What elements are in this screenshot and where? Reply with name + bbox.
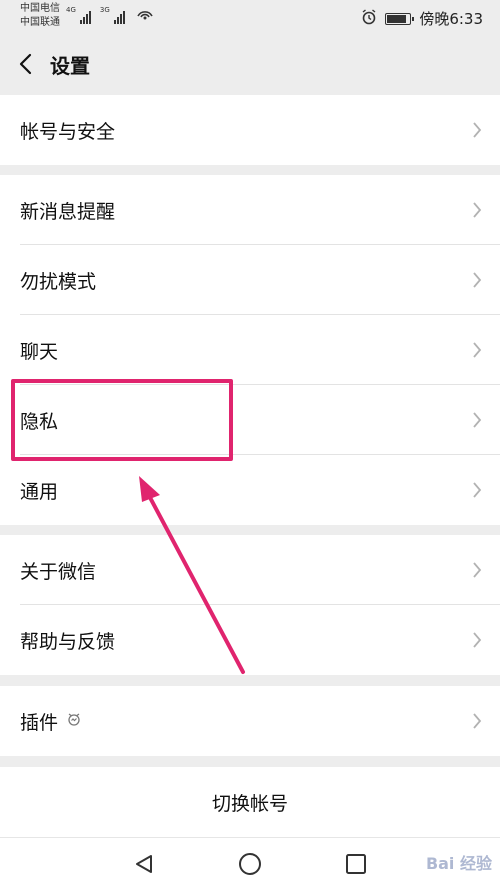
back-button[interactable] <box>0 34 50 94</box>
system-home-button[interactable] <box>236 850 264 878</box>
network-type-1: 4G <box>66 6 76 14</box>
chevron-right-icon <box>473 482 482 498</box>
alarm-icon <box>361 8 377 29</box>
status-time: 傍晚6:33 <box>419 10 483 28</box>
chevron-left-icon <box>19 53 32 75</box>
network-type-2: 3G <box>99 6 110 14</box>
circle-home-icon <box>239 853 261 875</box>
settings-item-label: 帐号与安全 <box>20 120 116 143</box>
settings-item-label: 关于微信 <box>20 560 97 583</box>
system-recents-button[interactable] <box>342 850 370 878</box>
settings-item-label: 隐私 <box>20 410 59 433</box>
settings-item-do-not-disturb[interactable]: 勿扰模式 <box>0 245 500 315</box>
chevron-right-icon <box>473 713 482 729</box>
settings-item-account-security[interactable]: 帐号与安全 <box>0 95 500 165</box>
chevron-right-icon <box>473 412 482 428</box>
settings-item-label: 帮助与反馈 <box>20 630 116 653</box>
chevron-right-icon <box>473 342 482 358</box>
system-navigation-bar: Bai 经验 <box>0 837 500 889</box>
switch-account-label: 切换帐号 <box>211 792 288 815</box>
plugin-badge-icon <box>66 711 82 731</box>
signal-bars-icon <box>79 10 91 24</box>
switch-account-button[interactable]: 切换帐号 <box>0 767 500 837</box>
settings-item-label: 勿扰模式 <box>20 270 97 293</box>
chevron-right-icon <box>473 122 482 138</box>
system-back-button[interactable] <box>130 850 158 878</box>
square-recents-icon <box>346 854 366 874</box>
status-bar: 中国电信 中国联通 4G 3G 傍晚6:33 <box>0 0 500 34</box>
signal-indicators: 4G 3G <box>66 6 154 24</box>
chevron-right-icon <box>473 272 482 288</box>
settings-item-chat[interactable]: 聊天 <box>0 315 500 385</box>
navigation-bar: 设置 <box>0 34 500 94</box>
battery-icon <box>385 12 415 25</box>
settings-item-general[interactable]: 通用 <box>0 455 500 525</box>
settings-item-label: 聊天 <box>20 340 59 363</box>
chevron-right-icon <box>473 562 482 578</box>
signal-bars-icon <box>113 10 125 24</box>
chevron-right-icon <box>473 632 482 648</box>
battery-fill <box>387 14 406 23</box>
watermark: Bai 经验 <box>425 854 492 873</box>
settings-item-label: 新消息提醒 <box>20 200 116 223</box>
triangle-back-icon <box>136 855 152 873</box>
status-right: 傍晚6:33 <box>361 8 483 29</box>
settings-item-about-wechat[interactable]: 关于微信 <box>0 535 500 605</box>
hotspot-icon <box>136 6 154 24</box>
carrier-2: 中国联通 <box>20 17 60 28</box>
page-title: 设置 <box>50 53 90 78</box>
carrier-1: 中国电信 <box>20 3 60 14</box>
chevron-right-icon <box>473 202 482 218</box>
settings-item-label: 插件 <box>20 711 59 734</box>
settings-item-help-feedback[interactable]: 帮助与反馈 <box>0 605 500 675</box>
settings-item-privacy[interactable]: 隐私 <box>0 385 500 455</box>
carrier-labels: 中国电信 中国联通 <box>20 2 60 30</box>
settings-item-label: 通用 <box>20 480 59 503</box>
settings-item-new-message-alerts[interactable]: 新消息提醒 <box>0 175 500 245</box>
settings-item-plugins[interactable]: 插件 <box>0 686 500 756</box>
